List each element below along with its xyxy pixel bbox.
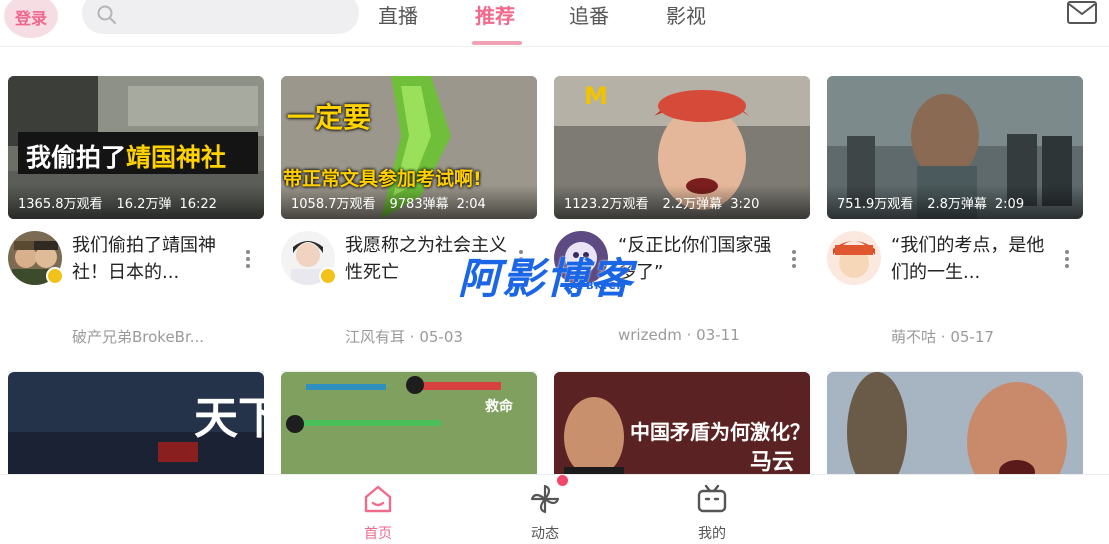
more-options-icon[interactable] <box>1061 248 1073 270</box>
tab-movies[interactable]: 影视 <box>666 0 706 29</box>
publish-date: 05-17 <box>950 328 994 346</box>
danmaku-count: 2.2万弹幕 <box>662 197 723 212</box>
publish-date: 05-03 <box>419 328 463 346</box>
video-stats: 1058.7万观看 9783弹幕 2:04 <box>281 185 537 219</box>
author-name[interactable]: 萌不咕 <box>891 328 936 346</box>
verified-badge <box>319 267 337 285</box>
more-options-icon[interactable] <box>788 248 800 270</box>
view-count: 1365.8万观看 <box>18 197 103 212</box>
video-title[interactable]: 我们偷拍了靖国神社！日本的... <box>72 232 236 286</box>
thumbnail-image <box>827 372 1083 474</box>
verified-badge <box>46 267 64 285</box>
thumbnail-caption: 天下 <box>194 393 264 444</box>
tv-icon <box>697 484 727 513</box>
danmaku-count: 2.8万弹幕 <box>927 197 987 212</box>
video-meta: 破产兄弟BrokeBr... <box>72 326 204 347</box>
nav-mine[interactable]: 我的 <box>672 475 752 544</box>
video-duration: 2:04 <box>456 197 486 212</box>
svg-text:M: M <box>584 82 608 110</box>
video-thumbnail[interactable]: 中国矛盾为何激化？ 马云 <box>554 372 810 474</box>
watermark-subtext: AYBK.CN <box>570 281 626 292</box>
video-title[interactable]: “我们的考点，是他们的一生... <box>891 232 1055 286</box>
video-duration: 16:22 <box>179 197 217 212</box>
home-icon <box>364 485 392 513</box>
search-icon <box>97 5 116 24</box>
avatar[interactable] <box>827 231 881 285</box>
video-thumbnail[interactable]: M 1123.2万观看 2.2万弹幕 3:20 <box>554 76 810 219</box>
top-bar: 登录 直播 推荐 追番 影视 <box>0 0 1109 46</box>
video-thumbnail[interactable]: 我偷拍了靖国神社 1365.8万观看 16.2万弹 16:22 <box>8 76 264 219</box>
thumbnail-caption-top: 一定要 <box>287 101 372 134</box>
author-name[interactable]: 江风有耳 <box>345 328 405 346</box>
tab-recommend[interactable]: 推荐 <box>475 0 515 29</box>
video-thumbnail[interactable] <box>827 372 1083 474</box>
publish-date: 03-11 <box>696 326 740 344</box>
video-stats: 1365.8万观看 16.2万弹 16:22 <box>8 185 264 219</box>
search-box[interactable] <box>82 0 359 34</box>
video-thumbnail[interactable]: 天下 <box>8 372 264 474</box>
video-thumbnail[interactable]: 一定要 带正常文具参加考试啊! 1058.7万观看 9783弹幕 2:04 <box>281 76 537 219</box>
danmaku-count: 16.2万弹 <box>116 197 172 212</box>
thumbnail-caption: 救命 <box>485 399 513 415</box>
author-name[interactable]: 破产兄弟BrokeBr... <box>72 328 204 346</box>
author-name[interactable]: wrizedm <box>618 326 682 344</box>
bottom-nav: 首页 动态 我的 <box>0 474 1109 544</box>
thumbnail-caption: 中国矛盾为何激化？ <box>630 420 810 444</box>
nav-home-label: 首页 <box>364 526 392 542</box>
nav-dynamic-label: 动态 <box>531 526 559 542</box>
nav-dynamic[interactable]: 动态 <box>505 475 585 544</box>
video-meta: wrizedm · 03-11 <box>618 326 740 344</box>
video-stats: 751.9万观看 2.8万弹幕 2:09 <box>827 185 1083 219</box>
video-duration: 2:09 <box>994 197 1025 212</box>
view-count: 1058.7万观看 <box>291 197 376 212</box>
thumbnail-caption-sub: 马云 <box>750 450 795 474</box>
video-meta: 萌不咕 · 05-17 <box>891 328 994 346</box>
watermark-text: 阿影博客 <box>458 254 635 303</box>
video-stats: 1123.2万观看 2.2万弹幕 3:20 <box>554 185 810 219</box>
app-root: 登录 直播 推荐 追番 影视 我偷拍了靖国神社 1365.8万观看 16.2万弹… <box>0 0 1109 544</box>
thumbnail-caption: 我偷拍了靖国神社 <box>26 143 227 172</box>
mail-icon[interactable] <box>1066 0 1098 26</box>
tab-bangumi[interactable]: 追番 <box>569 0 609 29</box>
pinwheel-icon <box>530 484 560 514</box>
video-thumbnail[interactable]: 救命 <box>281 372 537 474</box>
active-tab-indicator <box>472 41 522 45</box>
view-count: 1123.2万观看 <box>564 197 649 212</box>
thumbnail-image <box>281 372 537 474</box>
video-duration: 3:20 <box>730 197 760 212</box>
tab-live[interactable]: 直播 <box>378 0 418 29</box>
watermark: 阿影博客 AYBK.CN <box>458 245 668 303</box>
danmaku-count: 9783弹幕 <box>389 197 449 212</box>
video-meta: 江风有耳 · 05-03 <box>345 328 463 346</box>
notification-dot <box>557 475 568 486</box>
nav-mine-label: 我的 <box>698 526 726 542</box>
view-count: 751.9万观看 <box>837 197 914 212</box>
login-button[interactable]: 登录 <box>4 0 58 38</box>
more-options-icon[interactable] <box>242 248 254 270</box>
nav-home[interactable]: 首页 <box>338 475 418 544</box>
video-thumbnail[interactable]: 751.9万观看 2.8万弹幕 2:09 <box>827 76 1083 219</box>
search-input[interactable] <box>126 2 346 26</box>
